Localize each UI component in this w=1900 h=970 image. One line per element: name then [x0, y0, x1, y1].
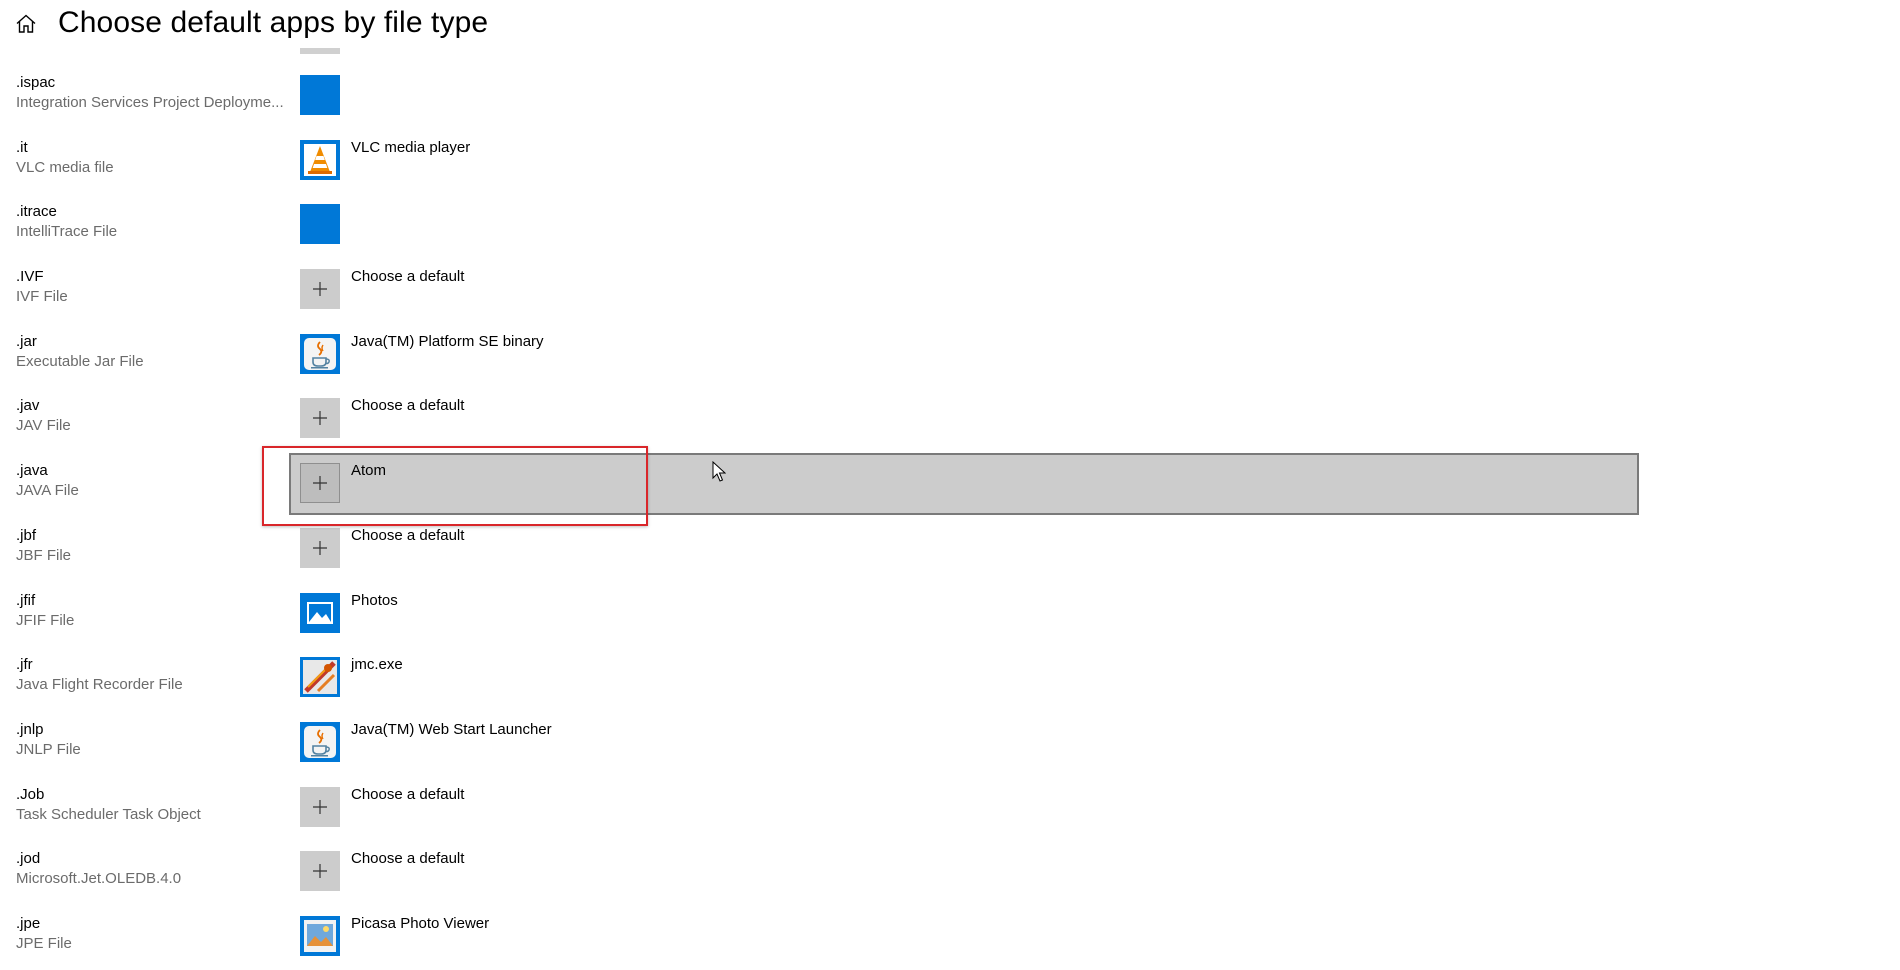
default-app-button[interactable]: VLC media player [300, 138, 900, 180]
plus-icon [300, 269, 340, 310]
blank-app-icon [300, 75, 340, 115]
list-item: .itrace IntelliTrace File [0, 193, 1900, 258]
default-app-label: Choose a default [351, 785, 465, 803]
file-extension: .jnlp [16, 720, 44, 738]
file-type-description: Microsoft.Jet.OLEDB.4.0 [16, 870, 182, 888]
list-item: .jpe JPE File Picasa Photo Viewer [0, 905, 1900, 970]
default-app-label: Java(TM) Platform SE binary [351, 332, 544, 350]
file-extension: .jar [16, 332, 37, 350]
list-item: .jfr Java Flight Recorder File jmc.exe [0, 646, 1900, 711]
file-type-description: JFIF File [16, 611, 75, 629]
list-item: .jbf JBF File Choose a default [0, 517, 1900, 582]
picasa-icon [300, 915, 340, 956]
list-item: .jod Microsoft.Jet.OLEDB.4.0 Choose a de… [0, 840, 1900, 905]
file-extension: .jav [16, 397, 40, 415]
file-type-description: IntelliTrace File [16, 223, 118, 241]
list-item: .jar Executable Jar File Java(TM) Platfo… [0, 323, 1900, 388]
file-type-description: Executable Jar File [16, 352, 144, 370]
page-header: Choose default apps by file type [0, 0, 1900, 50]
mouse-cursor-icon [712, 461, 726, 482]
file-type-description: Task Scheduler Task Object [16, 805, 201, 823]
choose-default-button[interactable]: Choose a default [300, 785, 900, 827]
file-extension: .ispac [16, 74, 56, 91]
default-app-label: Choose a default [351, 850, 465, 868]
file-type-description: Java Flight Recorder File [16, 676, 183, 694]
plus-icon [300, 398, 340, 439]
java-icon [300, 721, 340, 762]
file-type-description: IVF File [16, 288, 68, 306]
home-icon[interactable] [14, 12, 38, 36]
plus-icon [300, 851, 340, 892]
choose-default-button[interactable]: Choose a default [300, 526, 900, 568]
file-extension: .Job [16, 785, 45, 803]
file-type-description: JAV File [16, 417, 71, 435]
blank-app-icon [300, 204, 340, 245]
file-extension: .it [16, 138, 28, 156]
list-item: .jnlp JNLP File Java(TM) Web Start Launc… [0, 711, 1900, 776]
list-item: .it VLC media file VLC media player [0, 129, 1900, 194]
previous-app-tile-edge [300, 48, 340, 54]
default-app-label: Choose a default [351, 268, 465, 286]
default-app-label: Java(TM) Web Start Launcher [351, 720, 552, 738]
file-type-description: Integration Services Project Deployme... [16, 94, 284, 111]
default-app-label: Choose a default [351, 397, 465, 415]
file-extension: .itrace [16, 203, 57, 221]
page-title: Choose default apps by file type [58, 6, 489, 39]
file-extension: .java [16, 462, 48, 480]
photos-icon [300, 592, 340, 633]
list-item: .ispac Integration Services Project Depl… [0, 64, 1900, 129]
default-app-button[interactable]: Picasa Photo Viewer [300, 914, 900, 956]
default-app-button[interactable] [300, 75, 900, 115]
file-type-description: JNLP File [16, 740, 81, 758]
file-extension: .IVF [16, 268, 44, 286]
list-item: .IVF IVF File Choose a default [0, 258, 1900, 323]
file-extension: .jpe [16, 914, 41, 932]
annotation-highlight-box [262, 446, 648, 526]
choose-default-button[interactable]: Choose a default [300, 268, 900, 310]
default-app-button[interactable]: Java(TM) Web Start Launcher [300, 720, 900, 762]
file-type-description: VLC media file [16, 158, 114, 176]
file-type-description: JPE File [16, 934, 72, 952]
java-icon [300, 333, 340, 374]
plus-icon [300, 786, 340, 827]
file-extension: .jfif [16, 591, 36, 609]
default-app-label: Choose a default [351, 526, 465, 544]
list-item: .Job Task Scheduler Task Object Choose a… [0, 776, 1900, 841]
jmc-icon [300, 657, 340, 698]
vlc-icon [300, 139, 340, 180]
default-app-label: jmc.exe [351, 656, 403, 674]
file-extension: .jfr [16, 656, 33, 674]
list-item: .jav JAV File Choose a default [0, 387, 1900, 452]
file-extension: .jod [16, 850, 41, 868]
file-type-description: JBF File [16, 546, 72, 564]
default-app-label: Picasa Photo Viewer [351, 914, 490, 932]
default-app-button[interactable]: Photos [300, 591, 900, 633]
choose-default-button[interactable]: Choose a default [300, 397, 900, 439]
file-type-description: JAVA File [16, 482, 79, 500]
default-app-button[interactable]: jmc.exe [300, 656, 900, 698]
choose-default-button[interactable]: Choose a default [300, 850, 900, 892]
list-item: .jfif JFIF File Photos [0, 582, 1900, 647]
default-app-label: VLC media player [351, 138, 471, 156]
default-app-button[interactable]: Java(TM) Platform SE binary [300, 332, 900, 374]
plus-icon [300, 527, 340, 568]
default-app-label: Photos [351, 591, 398, 609]
file-extension: .jbf [16, 526, 37, 544]
default-app-button[interactable] [300, 204, 900, 245]
